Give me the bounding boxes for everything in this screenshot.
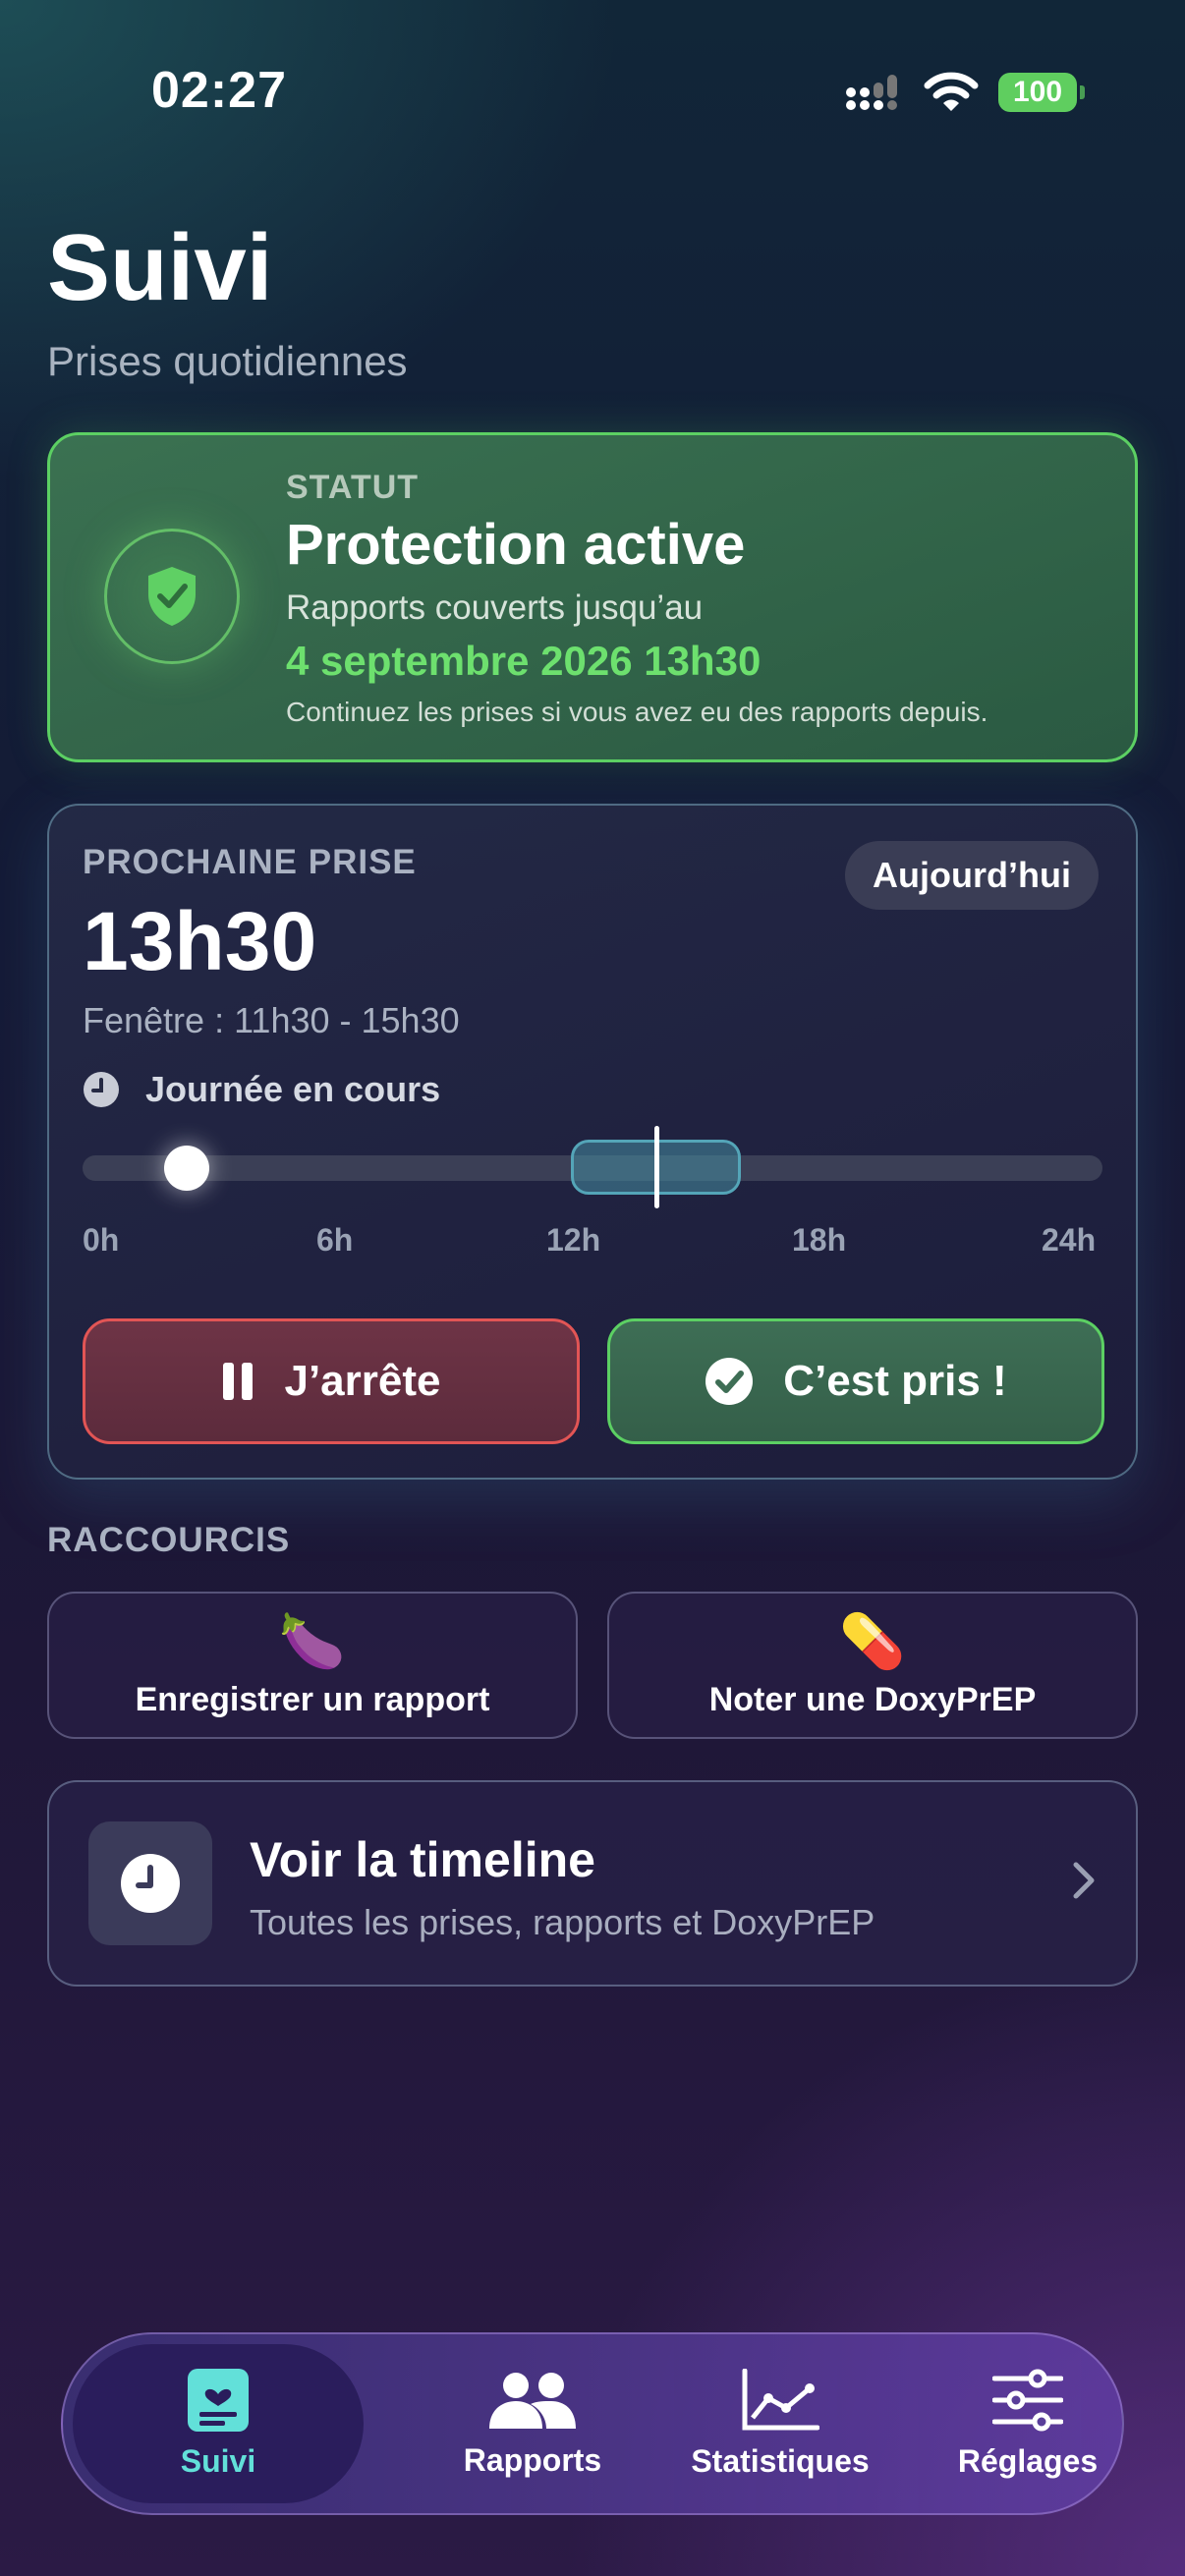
status-label: STATUT — [286, 469, 420, 506]
stop-button-label: J’arrête — [284, 1357, 441, 1405]
status-time: 02:27 — [151, 62, 287, 119]
dose-time-marker — [653, 1126, 659, 1208]
coverage-date: 4 septembre 2026 13h30 — [286, 638, 762, 684]
shortcut-label: Enregistrer un rapport — [135, 1680, 490, 1718]
day-chip: Aujourd’hui — [845, 841, 1099, 910]
timeline-icon-box — [88, 1821, 212, 1945]
shortcuts-label: RACCOURCIS — [47, 1521, 291, 1559]
clock-icon — [121, 1854, 180, 1913]
clock-icon — [84, 1072, 119, 1107]
check-circle-icon — [705, 1358, 754, 1405]
next-dose-card: PROCHAINE PRISE Aujourd’hui 13h30 Fenêtr… — [47, 804, 1138, 1480]
status-icons: 100 — [845, 71, 1085, 114]
people-icon — [489, 2372, 576, 2429]
coverage-text: Rapports couverts jusqu’au — [286, 588, 704, 627]
tab-rapports[interactable]: Rapports — [405, 2344, 660, 2503]
tab-label: Suivi — [180, 2442, 256, 2479]
next-dose-label: PROCHAINE PRISE — [83, 843, 417, 881]
wifi-icon — [924, 72, 979, 111]
log-doxyprep-shortcut[interactable]: 💊 Noter une DoxyPrEP — [607, 1592, 1138, 1739]
log-report-shortcut[interactable]: 🍆 Enregistrer un rapport — [47, 1592, 578, 1739]
tab-statistiques[interactable]: Statistiques — [652, 2344, 908, 2503]
tick-label: 18h — [792, 1222, 847, 1258]
taken-button[interactable]: C’est pris ! — [607, 1318, 1104, 1444]
day-status: Journée en cours — [83, 1069, 440, 1110]
tab-label: Rapports — [463, 2441, 602, 2478]
taken-button-label: C’est pris ! — [783, 1357, 1007, 1405]
line-chart-icon — [742, 2368, 819, 2430]
tick-label: 0h — [83, 1222, 120, 1258]
timeline-subtitle: Toutes les prises, rapports et DoxyPrEP — [250, 1902, 875, 1942]
tick-label: 24h — [1042, 1222, 1097, 1258]
current-time-knob[interactable] — [163, 1146, 209, 1191]
protection-status-card: STATUT Protection active Rapports couver… — [47, 432, 1138, 762]
status-title: Protection active — [286, 513, 746, 577]
day-status-label: Journée en cours — [145, 1069, 441, 1109]
tab-label: Réglages — [957, 2442, 1099, 2479]
shield-badge — [104, 529, 240, 664]
shortcut-label: Noter une DoxyPrEP — [708, 1680, 1037, 1718]
tab-bar: Suivi Rapports Statistiques Réglages — [61, 2332, 1124, 2515]
dose-window: Fenêtre : 11h30 - 15h30 — [83, 1000, 460, 1040]
chevron-right-icon — [1073, 1862, 1095, 1899]
timeline-link[interactable]: Voir la timeline Toutes les prises, rapp… — [47, 1780, 1138, 1987]
pill-icon: 💊 — [839, 1611, 906, 1671]
tab-label: Statistiques — [691, 2442, 870, 2479]
shield-check-icon — [148, 567, 196, 626]
sliders-icon — [992, 2369, 1063, 2431]
eggplant-icon: 🍆 — [279, 1611, 346, 1671]
cellular-signal-icon — [846, 75, 897, 110]
tick-label: 12h — [546, 1222, 601, 1258]
timeline-title: Voir la timeline — [250, 1832, 595, 1887]
status-note: Continuez les prises si vous avez eu des… — [286, 697, 988, 727]
health-record-icon — [188, 2368, 249, 2432]
tick-label: 6h — [316, 1222, 354, 1258]
battery-indicator: 100 — [998, 73, 1085, 112]
stop-button[interactable]: J’arrête — [83, 1318, 580, 1444]
pause-icon — [223, 1363, 254, 1400]
page-subtitle: Prises quotidiennes — [47, 338, 408, 384]
tab-suivi[interactable]: Suivi — [73, 2344, 364, 2503]
next-dose-time: 13h30 — [83, 895, 317, 987]
page-title: Suivi — [47, 215, 273, 320]
tab-reglages[interactable]: Réglages — [900, 2344, 1156, 2503]
